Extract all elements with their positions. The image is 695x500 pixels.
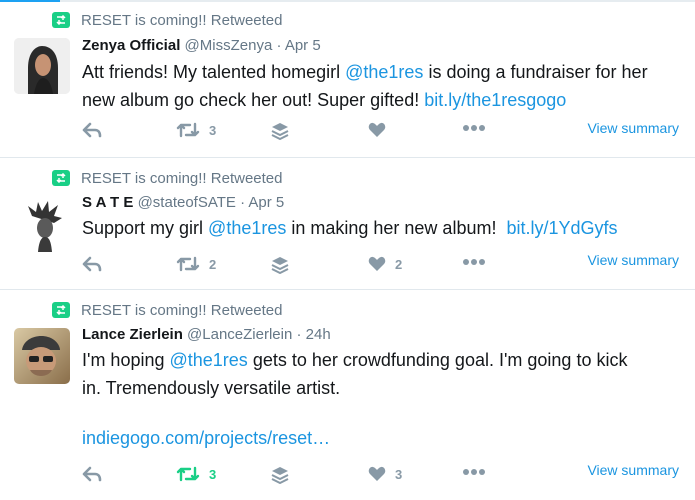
retweet-context-label: RESET is coming!! Retweeted: [81, 301, 283, 319]
like-button[interactable]: 3: [368, 466, 402, 482]
retweet-count: 3: [209, 122, 217, 138]
layers-icon: [271, 257, 289, 274]
mention-link[interactable]: @the1res: [345, 62, 423, 82]
user-handle[interactable]: @stateofSATE: [138, 194, 236, 211]
more-dots-icon: [463, 125, 485, 131]
tweet-text-part: is doing a fundraiser for her: [423, 62, 648, 82]
retweet-icon: [176, 256, 200, 272]
retweet-button[interactable]: 2: [176, 256, 216, 272]
tweet-header: S A T E @stateofSATE · Apr 5: [82, 194, 284, 211]
tweet-text: I'm hoping @the1res gets to her crowdfun…: [82, 346, 682, 402]
view-summary-link[interactable]: View summary: [587, 462, 679, 478]
retweet-badge-icon: [52, 12, 70, 28]
heart-icon: [368, 466, 386, 481]
like-count: 2: [395, 256, 403, 272]
tweet-text: Att friends! My talented homegirl @the1r…: [82, 58, 682, 114]
layers-icon: [271, 467, 289, 484]
separator: ·: [296, 326, 302, 343]
retweet-context: RESET is coming!! Retweeted: [52, 10, 282, 30]
retweet-icon: [176, 466, 200, 482]
retweet-count: 2: [209, 256, 217, 272]
tweet-date[interactable]: Apr 5: [285, 37, 321, 54]
reply-button[interactable]: [82, 122, 102, 138]
tweet-link-line: indiegogo.com/projects/reset…: [82, 424, 682, 452]
tweet-text-part: Support my girl: [82, 218, 209, 238]
stack-button[interactable]: [270, 466, 290, 484]
more-dots-icon: [463, 259, 485, 265]
url-link[interactable]: bit.ly/1YdGyfs: [506, 218, 617, 238]
like-count: 3: [395, 466, 403, 482]
retweet-badge-icon: [52, 302, 70, 318]
heart-icon: [368, 256, 386, 271]
more-button[interactable]: [462, 124, 486, 132]
more-dots-icon: [463, 469, 485, 475]
user-handle[interactable]: @MissZenya: [185, 37, 273, 54]
more-button[interactable]: [462, 258, 486, 266]
view-summary-link[interactable]: View summary: [587, 120, 679, 136]
tweet-header: Zenya Official @MissZenya · Apr 5: [82, 37, 321, 54]
retweet-icon: [176, 122, 200, 138]
retweet-button[interactable]: 3: [176, 122, 216, 138]
reply-button[interactable]: [82, 466, 102, 482]
retweet-badge-icon: [52, 170, 70, 186]
user-handle[interactable]: @LanceZierlein: [187, 326, 292, 343]
tweet-date[interactable]: 24h: [306, 326, 331, 343]
display-name[interactable]: S A T E: [82, 194, 133, 211]
tweet-text-part: new album go check her out! Super gifted…: [82, 90, 425, 110]
mention-link[interactable]: @the1res: [170, 350, 248, 370]
tweet-date[interactable]: Apr 5: [248, 194, 284, 211]
heart-icon: [368, 122, 386, 137]
retweet-context-label: RESET is coming!! Retweeted: [81, 169, 283, 187]
mention-link[interactable]: @the1res: [208, 218, 286, 238]
reply-button[interactable]: [82, 256, 102, 272]
reply-icon: [82, 466, 102, 482]
tweet-text: Support my girl @the1res in making her n…: [82, 214, 682, 242]
avatar[interactable]: [14, 328, 70, 384]
more-button[interactable]: [462, 468, 486, 476]
tweet-text-part: Att friends! My talented homegirl: [82, 62, 346, 82]
retweet-count: 3: [209, 466, 217, 482]
like-button[interactable]: 2: [368, 256, 402, 272]
retweet-context: RESET is coming!! Retweeted: [52, 168, 282, 188]
view-summary-link[interactable]: View summary: [587, 252, 679, 268]
tweet-lance[interactable]: RESET is coming!! Retweeted Lance Zierle…: [0, 290, 695, 500]
display-name[interactable]: Lance Zierlein: [82, 326, 183, 343]
tweet-zenya[interactable]: RESET is coming!! Retweeted Zenya Offici…: [0, 2, 695, 158]
display-name[interactable]: Zenya Official: [82, 37, 180, 54]
url-link[interactable]: indiegogo.com/projects/reset…: [82, 428, 330, 448]
stack-button[interactable]: [270, 256, 290, 274]
avatar[interactable]: [14, 38, 70, 94]
tweet-header: Lance Zierlein @LanceZierlein · 24h: [82, 326, 331, 343]
retweet-context-label: RESET is coming!! Retweeted: [81, 11, 283, 29]
stack-button[interactable]: [270, 122, 290, 140]
separator: ·: [240, 194, 246, 211]
url-link[interactable]: bit.ly/the1resgogo: [424, 90, 566, 110]
tweet-sate[interactable]: RESET is coming!! Retweeted S A T E @sta…: [0, 158, 695, 290]
reply-icon: [82, 256, 102, 272]
retweet-button[interactable]: 3: [176, 466, 216, 482]
like-button[interactable]: [368, 122, 395, 138]
tweet-text-part: I'm hoping: [82, 350, 170, 370]
retweet-context: RESET is coming!! Retweeted: [52, 300, 282, 320]
reply-icon: [82, 122, 102, 138]
separator: ·: [276, 37, 282, 54]
tweet-text-part: in. Tremendously versatile artist.: [82, 378, 341, 398]
tweet-text-part: gets to her crowdfunding goal. I'm going…: [247, 350, 628, 370]
tweet-text-part: in making her new album!: [286, 218, 507, 238]
layers-icon: [271, 123, 289, 140]
avatar[interactable]: [14, 196, 70, 252]
